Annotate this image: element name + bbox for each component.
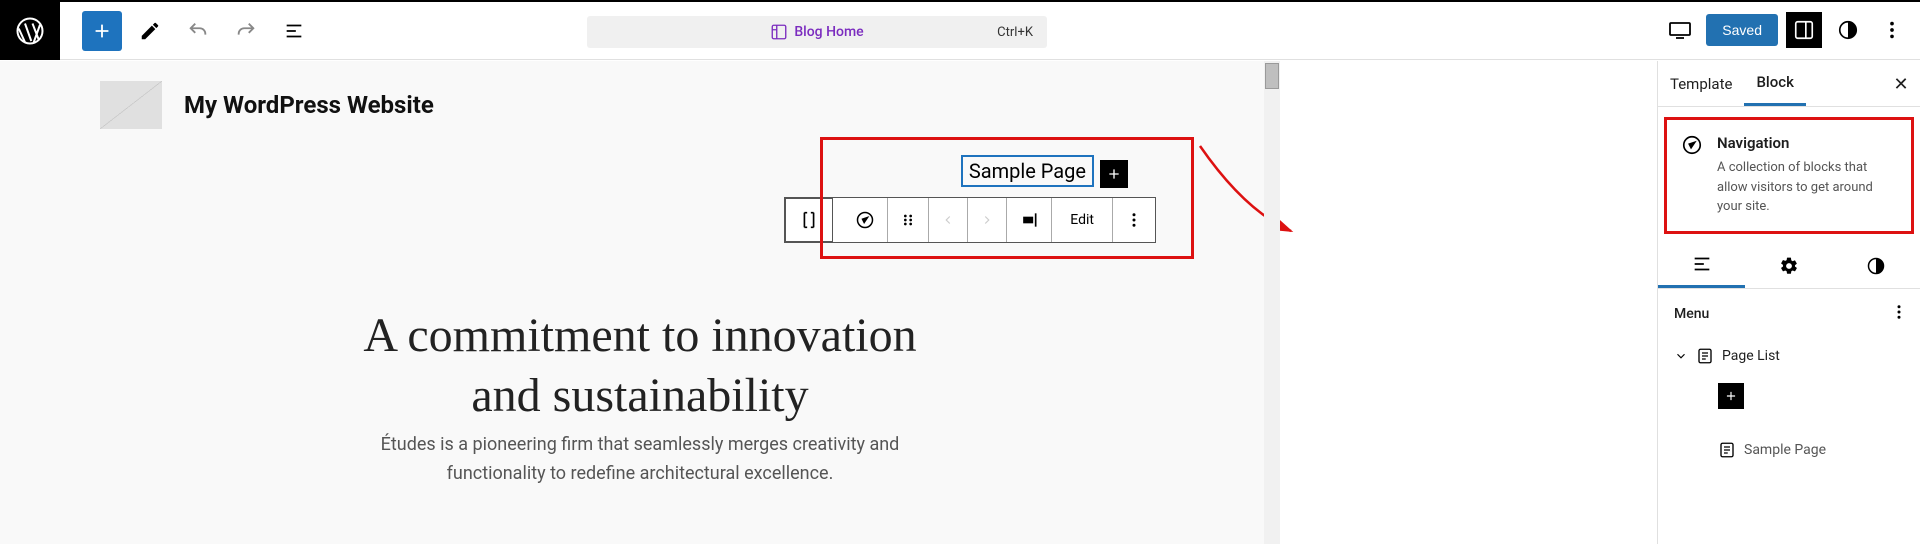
page-list-icon xyxy=(1696,347,1714,365)
tree-item-page-list[interactable]: Page List xyxy=(1674,339,1920,373)
subtab-styles[interactable] xyxy=(1833,244,1920,288)
add-block-button[interactable] xyxy=(82,11,122,51)
toolbar-move-right xyxy=(968,198,1007,242)
site-header: My WordPress Website xyxy=(100,81,434,129)
site-logo[interactable] xyxy=(100,81,162,129)
subtab-settings[interactable] xyxy=(1745,244,1832,288)
chevron-down-icon xyxy=(1674,349,1688,363)
layout-icon xyxy=(770,23,788,41)
undo-button[interactable] xyxy=(178,11,218,51)
block-name: Navigation xyxy=(1717,134,1899,152)
menu-label: Menu xyxy=(1674,306,1709,322)
keyboard-shortcut: Ctrl+K xyxy=(997,25,1033,40)
settings-tabs: Template Block ✕ xyxy=(1658,61,1920,107)
annotation-arrow xyxy=(1195,141,1315,261)
block-info-card: Navigation A collection of blocks that a… xyxy=(1664,117,1914,234)
menu-tree: Page List Sample Page xyxy=(1658,335,1920,409)
block-toolbar: Edit xyxy=(784,197,1156,243)
toolbar-drag-handle[interactable] xyxy=(888,198,929,242)
block-description: A collection of blocks that allow visito… xyxy=(1717,158,1899,217)
tab-block[interactable]: Block xyxy=(1744,61,1805,106)
toolbar-more[interactable] xyxy=(1113,198,1155,242)
subtab-list[interactable] xyxy=(1658,244,1745,288)
document-title: Blog Home xyxy=(794,24,863,40)
nav-add-button[interactable] xyxy=(1100,160,1128,188)
toolbar-edit[interactable]: Edit xyxy=(1052,198,1113,242)
navigation-block-icon xyxy=(1681,134,1703,217)
page-subtext[interactable]: Études is a pioneering firm that seamles… xyxy=(0,431,1280,489)
menu-section-header: Menu xyxy=(1658,289,1920,335)
settings-toggle-button[interactable] xyxy=(1786,12,1822,48)
block-subtabs xyxy=(1658,244,1920,289)
toolbar-navigation-icon[interactable] xyxy=(843,198,888,242)
scrollbar[interactable] xyxy=(1264,61,1280,544)
toolbar-move-left xyxy=(929,198,968,242)
view-button[interactable] xyxy=(1662,12,1698,48)
list-view-button[interactable] xyxy=(274,11,314,51)
page-icon xyxy=(1718,441,1736,459)
settings-panel: Template Block ✕ Navigation A collection… xyxy=(1657,61,1920,544)
styles-button[interactable] xyxy=(1830,12,1866,48)
editor-canvas: My WordPress Website Sample Page Edit xyxy=(0,61,1280,544)
nav-item-sample-page[interactable]: Sample Page xyxy=(961,155,1094,187)
toolbar-justify[interactable] xyxy=(1007,198,1052,242)
more-options-button[interactable] xyxy=(1874,12,1910,48)
tree-add-button[interactable] xyxy=(1718,383,1744,409)
menu-more-button[interactable] xyxy=(1890,303,1908,325)
document-title-bar[interactable]: Blog Home Ctrl+K xyxy=(587,16,1047,48)
top-bar: Blog Home Ctrl+K Saved xyxy=(0,0,1920,60)
wordpress-logo[interactable] xyxy=(0,2,60,60)
tab-template[interactable]: Template xyxy=(1658,61,1744,106)
toolbar-select-parent[interactable] xyxy=(785,198,833,242)
save-button[interactable]: Saved xyxy=(1706,14,1778,46)
site-title[interactable]: My WordPress Website xyxy=(184,91,434,119)
tree-item-sample-page[interactable]: Sample Page xyxy=(1674,431,1920,469)
page-heading[interactable]: A commitment to innovationand sustainabi… xyxy=(0,306,1280,426)
close-settings-button[interactable]: ✕ xyxy=(1888,71,1914,97)
edit-tool-button[interactable] xyxy=(130,11,170,51)
redo-button[interactable] xyxy=(226,11,266,51)
